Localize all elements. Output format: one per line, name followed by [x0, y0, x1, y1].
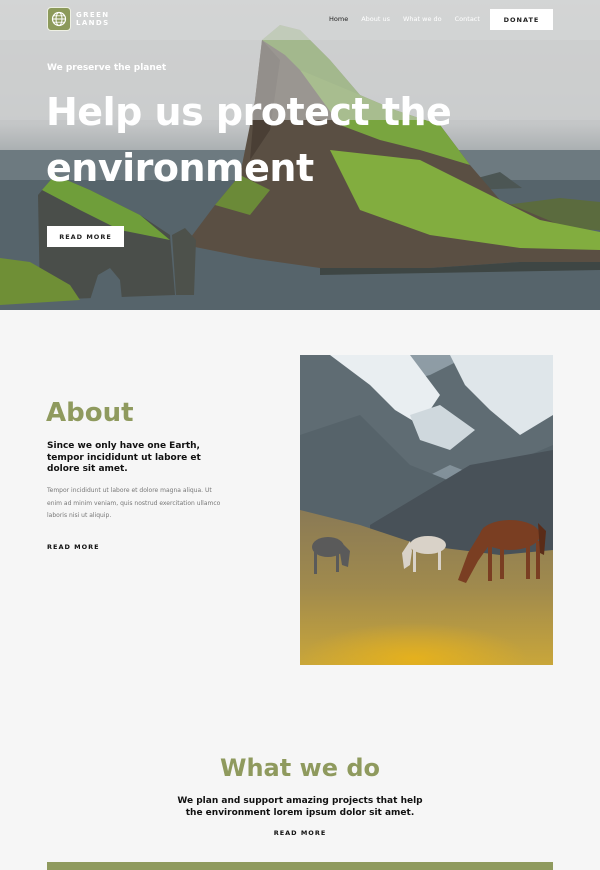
nav-link-contact[interactable]: Contact	[455, 15, 480, 23]
donate-button[interactable]: DONATE	[490, 9, 553, 30]
what-we-do-read-more-link[interactable]: READ MORE	[274, 829, 327, 837]
about-title: About	[46, 398, 134, 428]
about-body: Tempor incididunt ut labore et dolore ma…	[47, 487, 221, 519]
hero-eyebrow: We preserve the planet	[47, 63, 167, 73]
nav-links: Home About us What we do Contact	[329, 15, 493, 23]
projects-band	[47, 862, 553, 870]
brand-name-line2: LANDS	[76, 19, 110, 27]
hero-title-line2: environment	[46, 146, 314, 190]
brand-logo[interactable]: GREEN LANDS	[47, 7, 110, 31]
hero-title-line1: Help us protect the	[46, 90, 452, 134]
what-we-do-lead: We plan and support amazing projects tha…	[177, 796, 423, 818]
about-lead: Since we only have one Earth, tempor inc…	[47, 441, 201, 474]
hero-section: GREEN LANDS Home About us What we do Con…	[0, 0, 600, 310]
nav-link-about-us[interactable]: About us	[361, 15, 390, 23]
globe-icon	[47, 7, 71, 31]
nav-link-home[interactable]: Home	[329, 15, 348, 23]
nav-link-what-we-do[interactable]: What we do	[403, 15, 442, 23]
what-we-do-link-wrap: READ MORE	[0, 829, 600, 837]
top-navigation: GREEN LANDS Home About us What we do Con…	[0, 0, 600, 38]
about-horses-photo	[300, 355, 553, 665]
what-we-do-title: What we do	[219, 754, 381, 782]
hero-read-more-button[interactable]: READ MORE	[47, 226, 124, 247]
about-read-more-link[interactable]: READ MORE	[47, 543, 100, 551]
brand-name-line1: GREEN	[76, 11, 110, 19]
hero-title: Help us protect the environment	[46, 84, 476, 196]
brand-name: GREEN LANDS	[76, 11, 110, 27]
